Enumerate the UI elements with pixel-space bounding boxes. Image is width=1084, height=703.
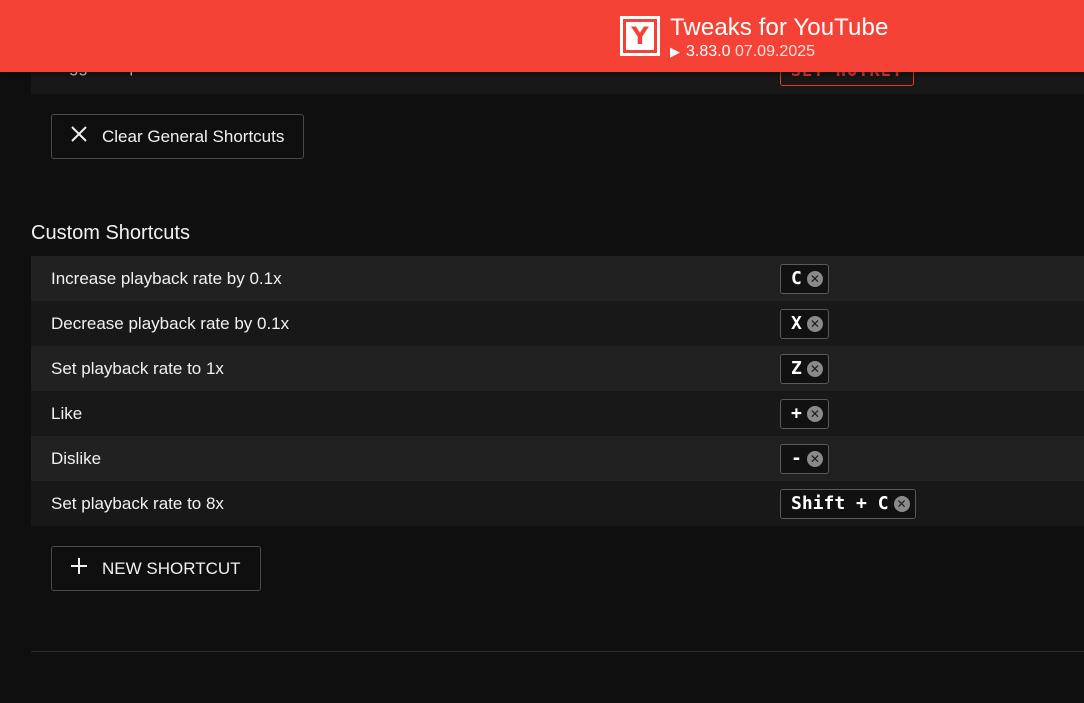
- remove-hotkey-icon[interactable]: ✕: [806, 270, 823, 287]
- shortcut-label: Set playback rate to 1x: [51, 358, 224, 378]
- remove-hotkey-icon[interactable]: ✕: [893, 495, 910, 512]
- hotkey-text: Z: [791, 358, 802, 379]
- hotkey-chip[interactable]: + ✕: [780, 398, 829, 429]
- close-icon: [68, 125, 90, 148]
- section-divider: [31, 651, 1084, 652]
- brand: Y Tweaks for YouTube ▶ 3.83.0 07.09.2025: [620, 14, 889, 61]
- remove-hotkey-icon[interactable]: ✕: [806, 360, 823, 377]
- release-date: 07.09.2025: [734, 43, 816, 60]
- new-shortcut-label: NEW SHORTCUT: [102, 558, 241, 578]
- custom-shortcut-row: Increase playback rate by 0.1x C ✕: [31, 256, 1084, 301]
- hotkey-chip[interactable]: C ✕: [780, 263, 829, 294]
- shortcut-label: Increase playback rate by 0.1x: [51, 268, 282, 288]
- clear-general-shortcuts-label: Clear General Shortcuts: [102, 126, 285, 146]
- custom-shortcut-row: Set playback rate to 8x Shift + C ✕: [31, 481, 1084, 526]
- hotkey-chip[interactable]: - ✕: [780, 443, 829, 474]
- remove-hotkey-icon[interactable]: ✕: [806, 315, 823, 332]
- app-title: Tweaks for YouTube: [670, 14, 889, 41]
- plus-icon: [68, 557, 90, 580]
- app-logo-icon: Y: [620, 16, 660, 56]
- shortcut-label: Like: [51, 403, 83, 423]
- version-number: 3.83.0: [686, 43, 731, 60]
- new-shortcut-button[interactable]: NEW SHORTCUT: [51, 546, 261, 591]
- custom-shortcut-row: Dislike - ✕: [31, 436, 1084, 481]
- play-icon: ▶: [670, 44, 680, 59]
- remove-hotkey-icon[interactable]: ✕: [806, 450, 823, 467]
- logo-letter: Y: [626, 22, 654, 50]
- custom-shortcut-row: Like + ✕: [31, 391, 1084, 436]
- shortcut-label: Dislike: [51, 448, 102, 468]
- hotkey-text: Shift + C: [791, 493, 889, 514]
- hotkey-text: -: [791, 448, 802, 469]
- app-header: Y Tweaks for YouTube ▶ 3.83.0 07.09.2025: [0, 0, 1084, 72]
- shortcut-label: Decrease playback rate by 0.1x: [51, 313, 290, 333]
- remove-hotkey-icon[interactable]: ✕: [806, 405, 823, 422]
- clear-general-shortcuts-button[interactable]: Clear General Shortcuts: [51, 114, 305, 159]
- hotkey-text: +: [791, 403, 802, 424]
- hotkey-text: C: [791, 268, 802, 289]
- hotkey-text: X: [791, 313, 802, 334]
- custom-shortcut-row: Set playback rate to 1x Z ✕: [31, 346, 1084, 391]
- settings-page: Toggle Skip Video Intro/Outro - Individu…: [0, 0, 1084, 703]
- hotkey-chip[interactable]: Z ✕: [780, 353, 829, 384]
- shortcut-label: Set playback rate to 8x: [51, 493, 224, 513]
- custom-shortcuts-title: Custom Shortcuts: [31, 222, 190, 244]
- version-line: ▶ 3.83.0 07.09.2025: [670, 43, 888, 61]
- custom-shortcut-row: Decrease playback rate by 0.1x X ✕: [31, 301, 1084, 346]
- hotkey-chip[interactable]: X ✕: [780, 308, 829, 339]
- hotkey-chip[interactable]: Shift + C ✕: [780, 488, 916, 519]
